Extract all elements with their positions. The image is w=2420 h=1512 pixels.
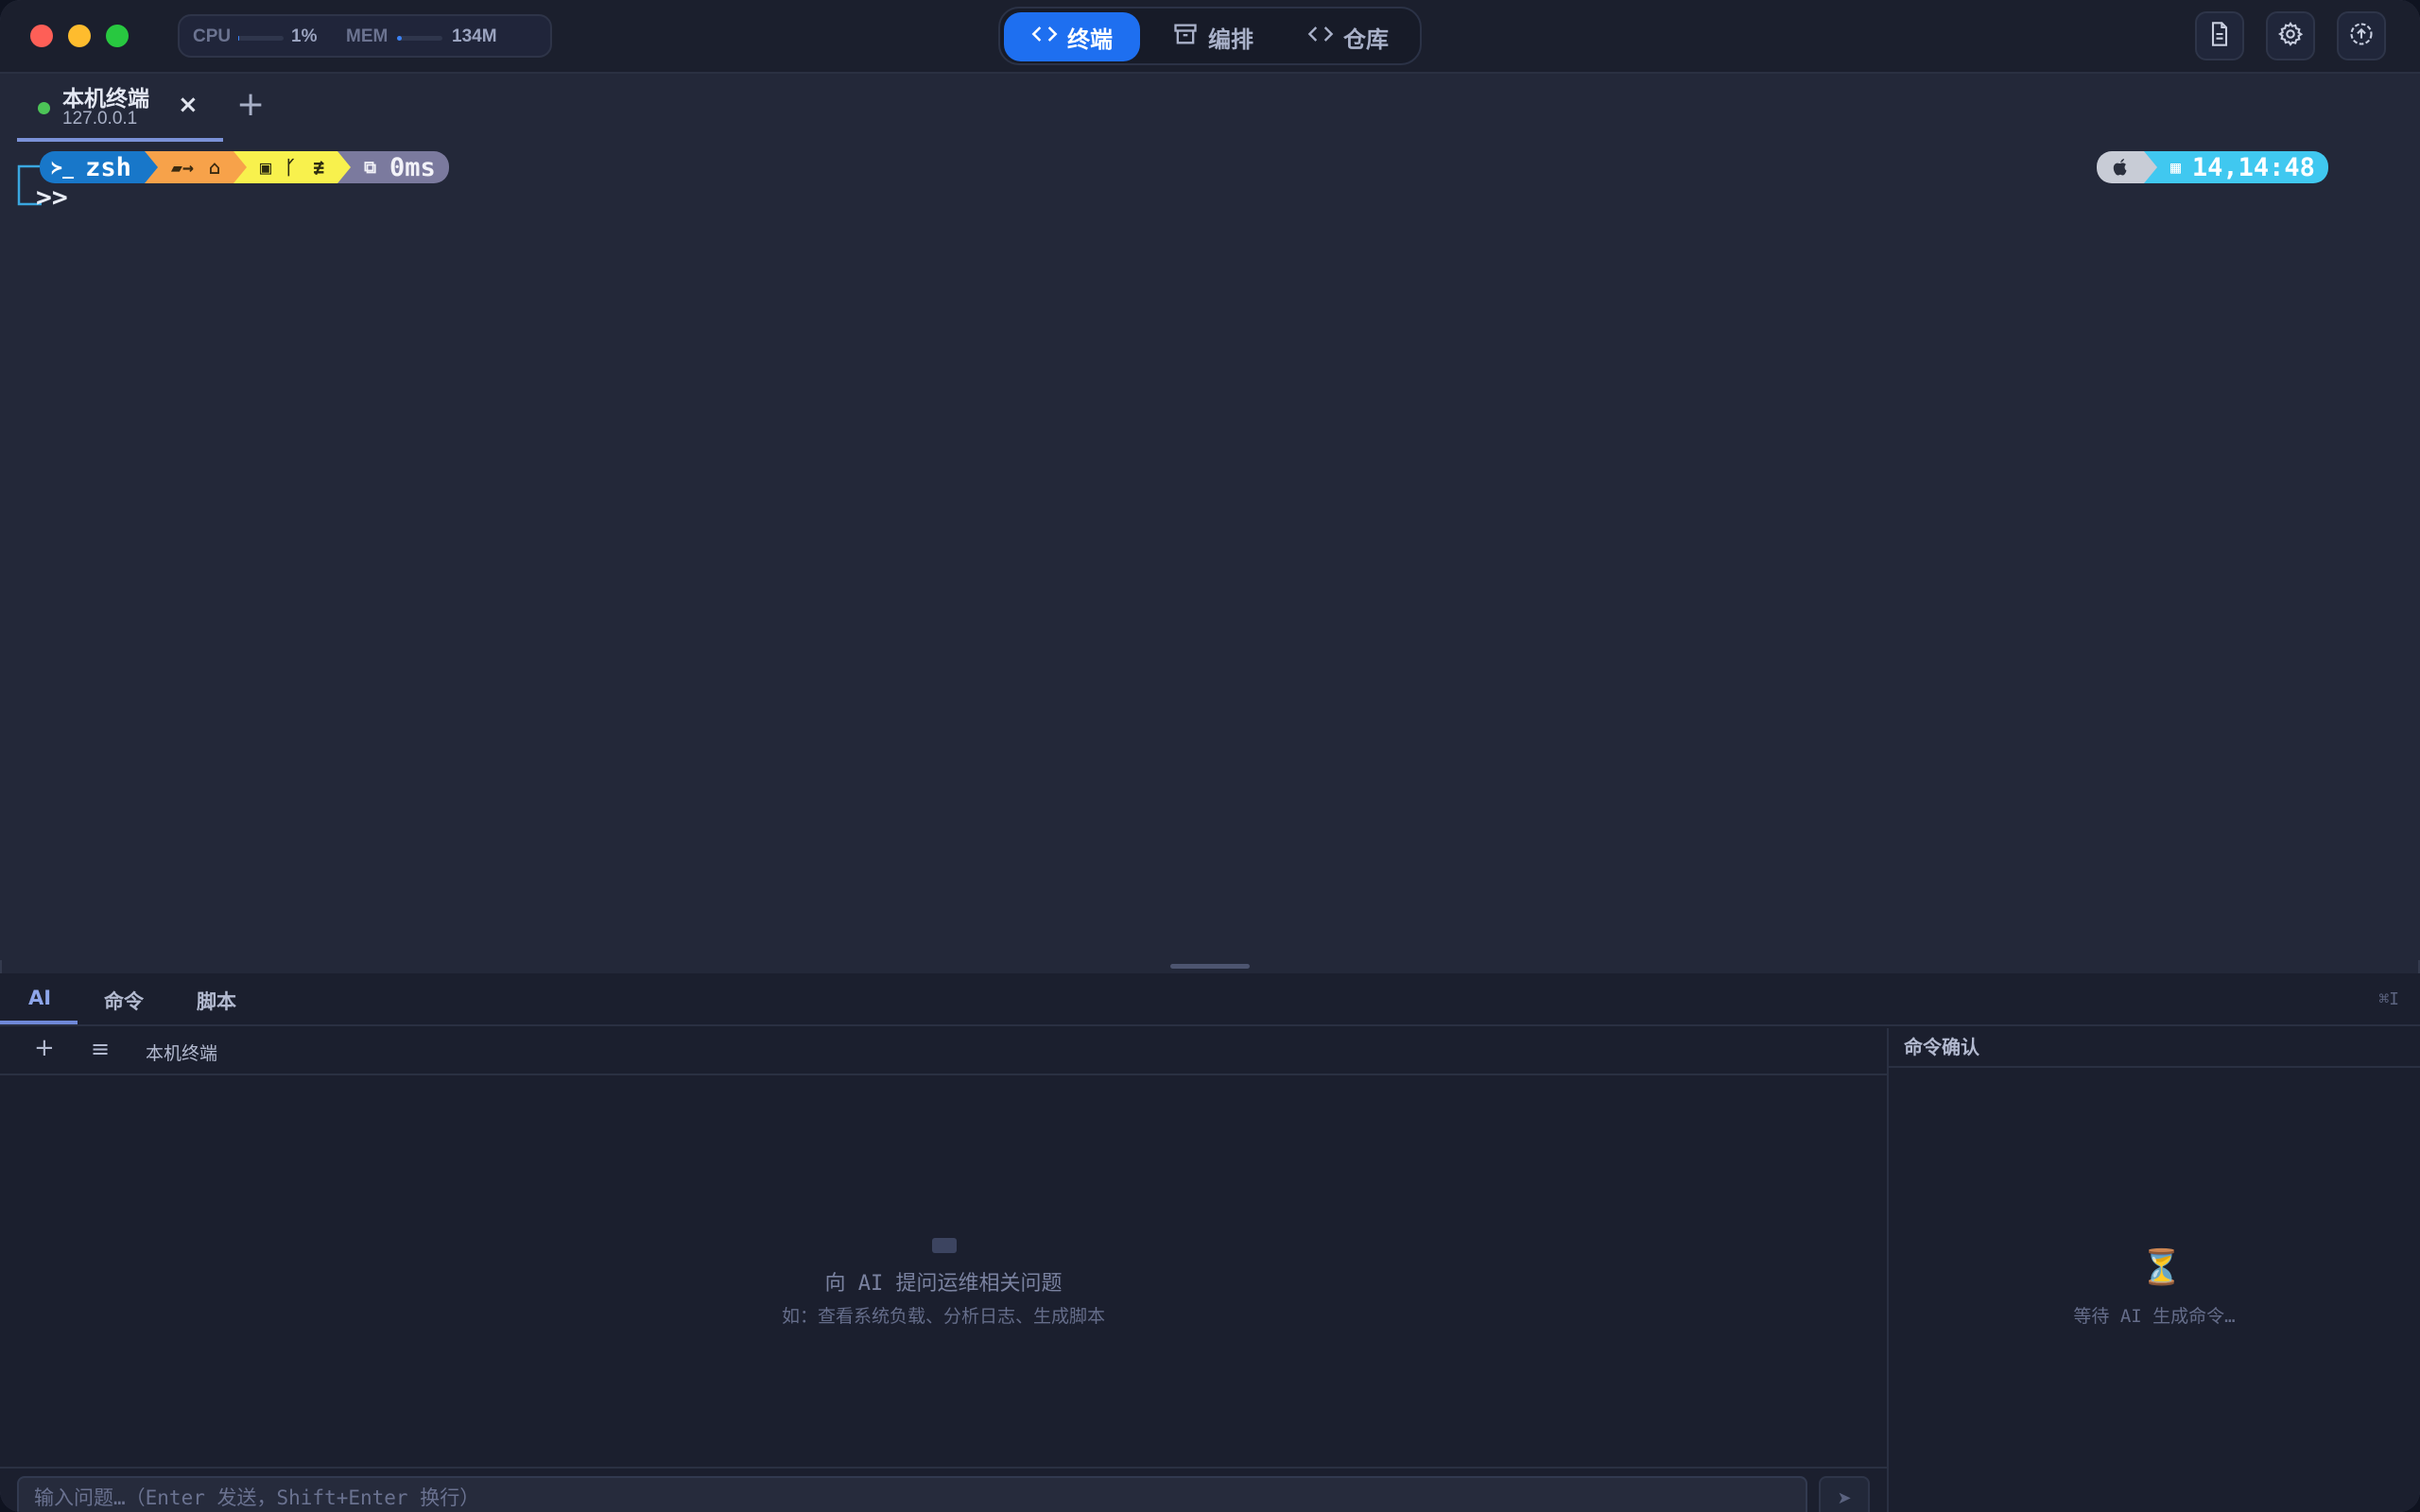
nav-terminal[interactable]: 终端 [1004,12,1140,61]
cpu-label: CPU [193,26,232,46]
input-row: ➤ [0,1467,1887,1512]
gear-icon [2277,21,2304,51]
empty-state-title: 向 AI 提问运维相关问题 [824,1272,1063,1296]
upload-icon [2348,21,2375,51]
nav-repository[interactable]: 仓库 [1284,12,1412,61]
question-input[interactable] [17,1476,1807,1512]
chat-list-button[interactable]: ≡ [91,1036,110,1062]
minimize-window-button[interactable] [68,25,91,47]
command-confirm-panel: 命令确认 ⏳ 等待 AI 生成命令… [1889,1028,2420,1512]
mem-label: MEM [346,26,389,46]
not-equal-icon: ≢ [313,156,325,179]
empty-state-hint: 如：查看系统负载、分析日志、生成脚本 [781,1306,1105,1327]
git-segment: ▣ ᚴ ≢ [247,151,338,183]
tab-title: 本机终端 [62,87,149,112]
branch-icon: ᚴ [285,156,297,179]
terminal-view[interactable]: ≻_ zsh ▰→ ⌂ ▣ ᚴ ≢ ⧉ 0ms >> ▦ 14,14:48 [0,144,2420,960]
document-icon [2206,21,2233,51]
home-icon: ⌂ [208,156,221,179]
settings-button[interactable] [2266,11,2315,60]
main-nav: 终端 编排 仓库 [998,7,1422,65]
folder-icon: ▰→ [170,156,194,179]
apple-icon [2097,151,2144,183]
nav-orchestrate-label: 编排 [1208,26,1253,53]
session-tab-bar: 本机终端 127.0.0.1 × + [0,74,2420,146]
shell-name: zsh [85,152,131,182]
time-segment: ▦ 14,14:48 [2157,151,2328,183]
nav-terminal-label: 终端 [1067,26,1113,53]
mem-value: 134M [452,26,497,46]
close-window-button[interactable] [30,25,53,47]
system-stats: CPU 1% MEM 134M [178,14,552,58]
command-duration: 0ms [389,152,436,182]
tab-scripts[interactable]: 脚本 [197,987,236,1015]
right-prompt: ▦ 14,14:48 [2097,151,2328,183]
chat-target-label: 本机终端 [146,1043,218,1064]
waiting-text: 等待 AI 生成命令… [2073,1306,2236,1327]
hourglass-icon: ⏳ [2140,1248,2183,1287]
tab-commands[interactable]: 命令 [104,987,144,1015]
nav-repository-label: 仓库 [1343,26,1389,53]
terminal-icon: ≻_ [51,156,75,179]
archive-icon [1172,21,1199,53]
app-window: CPU 1% MEM 134M 终端 编排 仓库 本机终端 127.0.0.1 … [0,0,2420,1512]
title-bar: CPU 1% MEM 134M 终端 编排 仓库 [0,0,2420,74]
prompt-line: ≻_ zsh ▰→ ⌂ ▣ ᚴ ≢ ⧉ 0ms [40,151,449,183]
repo-icon: ▣ [260,156,272,179]
panel-tabs: AI 命令 脚本 ⌘I [0,973,2420,1026]
ai-toolbar: + ≡ 本机终端 [0,1028,1887,1075]
current-time: 14,14:48 [2191,152,2315,182]
status-dot [38,102,50,114]
assistant-panel: AI 命令 脚本 ⌘I + ≡ 本机终端 向 AI 提问运维相关问题 如：查看系… [0,973,2420,1512]
new-chat-button[interactable]: + [34,1034,55,1062]
active-tab-indicator [0,1021,78,1024]
document-button[interactable] [2195,11,2244,60]
calendar-icon: ▦ [2170,157,2181,178]
tab-local-terminal[interactable]: 本机终端 127.0.0.1 × [17,74,223,142]
divider [1889,1066,2420,1068]
close-tab-button[interactable]: × [178,91,199,119]
cpu-meter [238,36,284,41]
timer-icon: ⧉ [364,157,376,178]
shortcut-hint: ⌘I [2378,989,2399,1009]
cpu-value: 1% [291,26,318,46]
zoom-window-button[interactable] [106,25,129,47]
tab-ai[interactable]: AI [28,987,51,1009]
mem-meter [397,36,442,41]
ai-chat-area: + ≡ 本机终端 向 AI 提问运维相关问题 如：查看系统负载、分析日志、生成脚… [0,1028,1889,1512]
nav-orchestrate[interactable]: 编排 [1151,12,1274,61]
tab-host: 127.0.0.1 [62,109,138,129]
send-button[interactable]: ➤ [1819,1476,1870,1512]
prompt-cursor: >> [36,181,68,213]
add-tab-button[interactable]: + [236,85,265,124]
code-icon [1031,21,1058,53]
duration-segment: ⧉ 0ms [351,151,449,183]
resize-handle[interactable] [1170,964,1250,969]
keyboard-icon [932,1238,957,1253]
directory-segment: ▰→ ⌂ [157,151,234,183]
confirm-title: 命令确认 [1904,1036,1979,1058]
shell-segment: ≻_ zsh [40,151,145,183]
code-icon [1307,21,1334,53]
upload-button[interactable] [2337,11,2386,60]
